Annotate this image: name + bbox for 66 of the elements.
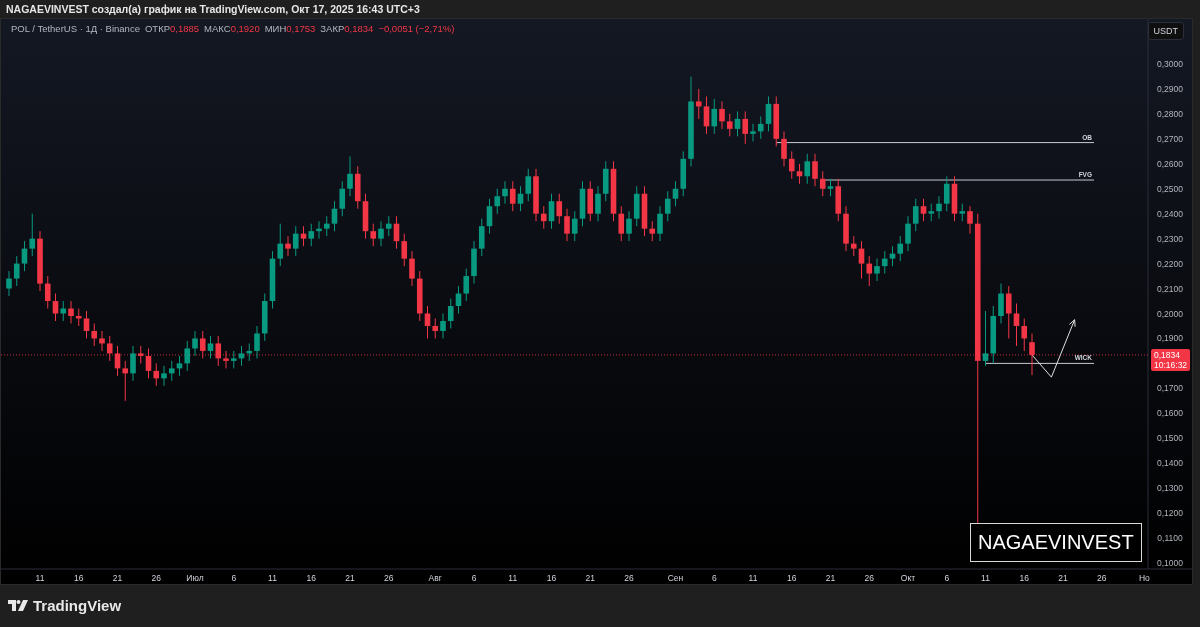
price-axis-label: 0,1400 <box>1157 458 1183 469</box>
price-axis-label: 0,2600 <box>1157 158 1183 169</box>
time-axis-label: 6 <box>711 573 717 583</box>
ohlc-label: ЗАКР <box>320 23 345 34</box>
time-axis-label: 21 <box>825 573 836 583</box>
time-axis-label: 6 <box>471 573 477 583</box>
price-axis-label: 0,2200 <box>1157 258 1183 269</box>
price-axis-label: 0,1600 <box>1157 408 1183 419</box>
time-axis-label: 21 <box>585 573 595 583</box>
time-axis-label: Сен <box>667 573 684 583</box>
arrow <box>1031 319 1076 378</box>
time-axis-label: 26 <box>1097 573 1107 583</box>
ohlc-label: МИН <box>264 23 287 34</box>
price-axis-label: 0,3000 <box>1157 59 1183 69</box>
author-label: NAGAEVINVEST <box>970 523 1142 562</box>
time-axis-label: 21 <box>1058 573 1068 583</box>
time-axis-label: 21 <box>112 573 123 583</box>
price-axis-label: 0,2900 <box>1157 83 1183 94</box>
price-axis-label: 0,1300 <box>1157 483 1183 494</box>
time-axis-label: 16 <box>306 573 316 583</box>
price-axis-label: 0,2500 <box>1157 183 1183 194</box>
time-axis-label: 16 <box>1019 573 1029 583</box>
price-axis-label: 0,2300 <box>1157 233 1183 244</box>
time-axis-label: 16 <box>787 573 797 583</box>
currency-button[interactable]: USDT <box>1147 22 1184 40</box>
ohlc-label: МАКС <box>204 23 231 34</box>
ohlc-value: 0,1834 <box>344 23 374 34</box>
price-change: −0,0051 (−2,71%) <box>378 23 455 34</box>
price-axis-label: 0,1000 <box>1157 558 1183 568</box>
time-axis-label: 11 <box>981 573 990 583</box>
ohlc-value: 0,1920 <box>230 23 260 34</box>
time-axis-label: 16 <box>546 573 557 583</box>
time-axis-label: 11 <box>748 573 758 583</box>
price-tag: 0,1834 10:16:32 <box>1151 348 1191 371</box>
price-axis-label: 0,2800 <box>1157 108 1183 119</box>
time-axis-label: 6 <box>231 573 237 583</box>
time-axis-label: Но <box>1138 573 1150 583</box>
time-axis-label: 26 <box>384 573 394 583</box>
price-axis-label: 0,1100 <box>1157 533 1183 544</box>
price-axis-label: 0,2100 <box>1157 283 1183 294</box>
time-axis-label: 11 <box>268 573 277 583</box>
time-axis-label: Окт <box>900 573 916 583</box>
time-axis-label: 11 <box>35 573 45 583</box>
price-axis-label: 0,2000 <box>1157 308 1183 319</box>
time-axis-label: Авг <box>428 573 442 583</box>
logo-text: TradingView <box>33 596 122 614</box>
ohlc-label: ОТКР <box>144 23 170 34</box>
price-axis-label: 0,1200 <box>1157 508 1183 519</box>
price-axis-label: 0,1500 <box>1157 433 1183 444</box>
time-axis-label: 16 <box>74 573 84 583</box>
time-axis-label: 11 <box>508 573 518 583</box>
time-axis-label: 26 <box>624 573 634 583</box>
time-axis-label: 6 <box>944 573 950 583</box>
ohlc-value: 0,1885 <box>170 23 200 34</box>
ohlc-value: 0,1753 <box>286 23 316 34</box>
price-axis-label: 0,1900 <box>1157 333 1183 344</box>
time-axis-label: 21 <box>345 573 355 583</box>
time-axis-label: 26 <box>151 573 161 583</box>
symbol-title: POL / TetherUS · 1Д · Binance <box>11 23 140 34</box>
logo-icon <box>8 599 28 611</box>
price-axis-label: 0,2700 <box>1157 133 1183 144</box>
chart-credit: NAGAEVINVEST создал(а) график на TradingView.com, Окт 17, 2025 16:43 UTC+3 <box>6 3 420 15</box>
price-axis-label: 0,2400 <box>1157 208 1183 219</box>
time-axis-label: 26 <box>864 573 874 583</box>
time-axis-label: Июл <box>186 573 204 583</box>
price-axis-label: 0,1700 <box>1157 383 1183 394</box>
